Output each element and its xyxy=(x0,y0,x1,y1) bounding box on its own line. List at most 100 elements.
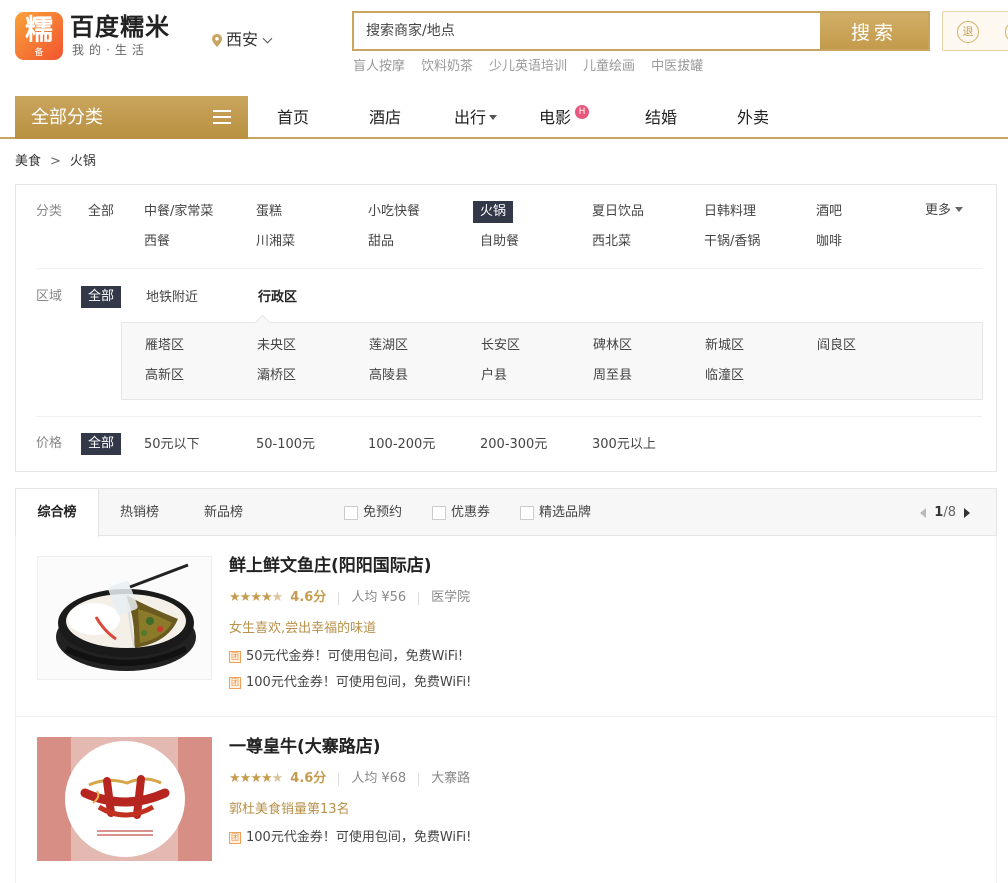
category-option[interactable]: 甜品 xyxy=(368,233,394,251)
hot-word[interactable]: 少儿英语培训 xyxy=(489,58,567,76)
deal-text: 100元代金券！可使用包间，免费WiFi! xyxy=(246,830,472,845)
nav-takeout[interactable]: 外卖 xyxy=(737,107,769,129)
city-selector[interactable]: 西安 xyxy=(212,30,273,50)
category-option-selected[interactable]: 火锅 xyxy=(473,201,514,223)
category-option[interactable]: 咖啡 xyxy=(816,233,842,251)
district-option[interactable]: 雁塔区 xyxy=(145,337,184,355)
nav-travel-label: 出行 xyxy=(454,108,487,127)
category-option[interactable]: 小吃快餐 xyxy=(368,203,420,221)
deal-text: 100元代金券！可使用包间，免费WiFi! xyxy=(246,675,472,690)
district-option[interactable]: 阎良区 xyxy=(817,337,856,355)
district-option[interactable]: 长安区 xyxy=(481,337,520,355)
ranking-tabs-bar: 综合榜 热销榜 新品榜 免预约 优惠券 精选品牌 1/8 xyxy=(15,488,997,537)
price-option[interactable]: 50-100元 xyxy=(256,436,315,454)
price-option[interactable]: 300元以上 xyxy=(592,436,656,454)
category-option[interactable]: 干锅/香锅 xyxy=(704,233,760,251)
hot-badge: H xyxy=(575,105,589,119)
deal-item[interactable]: 团 50元代金券！可使用包间，免费WiFi! xyxy=(229,648,463,666)
price-option[interactable]: 100-200元 xyxy=(368,436,435,454)
price-option[interactable]: 50元以下 xyxy=(144,436,200,454)
district-option[interactable]: 户县 xyxy=(481,367,507,385)
brand-name[interactable]: 百度糯米 xyxy=(70,12,170,42)
tab-bestselling[interactable]: 热销榜 xyxy=(120,503,159,523)
area-tab-all[interactable]: 全部 xyxy=(81,286,122,308)
city-name: 西安 xyxy=(226,30,259,49)
deal-item[interactable]: 团 100元代金券！可使用包间，免费WiFi! xyxy=(229,829,471,847)
category-option[interactable]: 西北菜 xyxy=(592,233,631,251)
menu-icon xyxy=(213,110,231,124)
district-option[interactable]: 高新区 xyxy=(145,367,184,385)
shop-location[interactable]: 大寨路 xyxy=(431,770,470,788)
search-input[interactable] xyxy=(354,13,820,49)
shop-rating: ★ ★ ★ ★ ★ 4.6分 人均 ¥68 大寨路 xyxy=(229,770,482,788)
hot-word[interactable]: 中医拔罐 xyxy=(651,58,703,76)
category-option[interactable]: 西餐 xyxy=(144,233,170,251)
filter-coupon[interactable]: 优惠券 xyxy=(432,504,490,522)
search-button[interactable]: 搜索 xyxy=(820,13,928,49)
avg-price: ¥68 xyxy=(381,771,407,786)
district-option[interactable]: 灞桥区 xyxy=(257,367,296,385)
filter-no-reservation[interactable]: 免预约 xyxy=(344,504,402,522)
location-pin-icon xyxy=(212,33,222,47)
district-option[interactable]: 临潼区 xyxy=(705,367,744,385)
district-option[interactable]: 周至县 xyxy=(593,367,632,385)
breadcrumb-food[interactable]: 美食 xyxy=(15,154,41,169)
shop-photo[interactable] xyxy=(37,737,212,861)
shop-name[interactable]: 鲜上鲜文鱼庄(阳阳国际店) xyxy=(229,555,432,577)
price-option[interactable]: 200-300元 xyxy=(480,436,547,454)
category-option[interactable]: 川湘菜 xyxy=(256,233,295,251)
hot-word[interactable]: 盲人按摩 xyxy=(353,58,405,76)
shop-score: 4.6分 xyxy=(290,771,327,786)
deal-item[interactable]: 团 100元代金券！可使用包间，免费WiFi! xyxy=(229,674,471,692)
hot-word[interactable]: 饮料奶茶 xyxy=(421,58,473,76)
refund-guarantee-badge[interactable]: 退 xyxy=(942,11,1008,51)
shop-tagline: 女生喜欢,尝出幸福的味道 xyxy=(229,621,377,636)
all-categories-menu[interactable]: 全部分类 xyxy=(15,96,248,139)
nav-home[interactable]: 首页 xyxy=(277,107,309,129)
avg-price-label: 人均 xyxy=(351,590,378,605)
tab-overall[interactable]: 综合榜 xyxy=(15,488,99,537)
filter-featured-brand[interactable]: 精选品牌 xyxy=(520,504,591,522)
district-option[interactable]: 未央区 xyxy=(257,337,296,355)
checkbox-label: 免预约 xyxy=(363,505,403,520)
district-option[interactable]: 莲湖区 xyxy=(369,337,408,355)
prev-page-icon[interactable] xyxy=(920,508,927,518)
district-option[interactable]: 碑林区 xyxy=(593,337,632,355)
next-page-icon[interactable] xyxy=(964,508,970,518)
shop-name[interactable]: 一尊皇牛(大寨路店) xyxy=(229,736,381,758)
shop-card[interactable]: 一尊皇牛(大寨路店) ★ ★ ★ ★ ★ 4.6分 人均 ¥68 大寨路 郭杜美食销量第1… xyxy=(15,717,997,883)
district-option[interactable]: 新城区 xyxy=(705,337,744,355)
category-more[interactable]: 更多 xyxy=(925,202,964,220)
category-option[interactable]: 夏日饮品 xyxy=(592,203,644,221)
category-option[interactable]: 全部 xyxy=(88,203,114,221)
shop-card[interactable]: 鲜上鲜文鱼庄(阳阳国际店) ★ ★ ★ ★ ★ 4.6分 人均 ¥56 医学院 女生喜欢,… xyxy=(15,536,997,717)
group-deal-icon: 团 xyxy=(229,651,241,663)
hot-word[interactable]: 儿童绘画 xyxy=(583,58,635,76)
star-icon: ★ xyxy=(239,771,252,786)
checkbox[interactable] xyxy=(344,506,358,520)
category-option[interactable]: 酒吧 xyxy=(816,203,842,221)
price-option-selected[interactable]: 全部 xyxy=(81,433,122,455)
nav-hotel[interactable]: 酒店 xyxy=(369,107,401,129)
brand-logo[interactable]: 糯 备 xyxy=(15,12,63,60)
area-tab-district[interactable]: 行政区 xyxy=(258,289,297,307)
nav-travel[interactable]: 出行 xyxy=(454,107,498,129)
price-label: 价格 xyxy=(36,436,63,451)
category-option[interactable]: 中餐/家常菜 xyxy=(144,203,213,221)
filter-divider xyxy=(36,416,982,417)
shop-location[interactable]: 医学院 xyxy=(431,589,470,607)
category-option[interactable]: 自助餐 xyxy=(480,233,519,251)
logo-mark: 糯 xyxy=(24,13,53,46)
meta-divider xyxy=(418,591,420,605)
category-option[interactable]: 日韩料理 xyxy=(704,203,756,221)
checkbox[interactable] xyxy=(432,506,446,520)
shop-photo[interactable] xyxy=(37,556,212,680)
nav-movie[interactable]: 电影 H xyxy=(539,105,589,129)
page-current: 1 xyxy=(934,505,944,520)
area-tab-subway[interactable]: 地铁附近 xyxy=(146,289,198,307)
district-option[interactable]: 高陵县 xyxy=(369,367,408,385)
category-option[interactable]: 蛋糕 xyxy=(256,203,282,221)
nav-wedding[interactable]: 结婚 xyxy=(645,107,677,129)
tab-new[interactable]: 新品榜 xyxy=(204,503,243,523)
checkbox[interactable] xyxy=(520,506,534,520)
